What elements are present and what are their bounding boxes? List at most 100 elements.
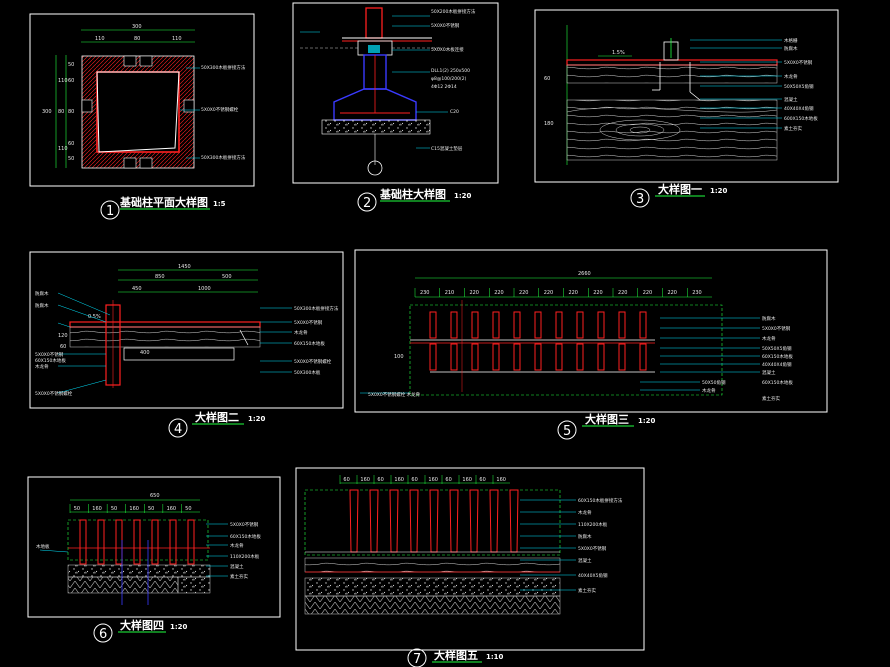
d4-label-left-2: 5X0X0不锈钢: [35, 351, 64, 358]
d4-caption: 4 大样图二 1:20: [168, 410, 266, 438]
d5-scale: 1:20: [638, 417, 656, 425]
d2-scale: 1:20: [454, 192, 472, 200]
d5-post-upper-7: [576, 311, 584, 339]
d5-top2-dim-5: 220: [544, 290, 554, 296]
d5-post-lower-6: [555, 343, 563, 371]
detail-6: 650 50 160 50 160 50 160 50 木地板 5X0X0不锈钢 60X15…: [27, 476, 281, 643]
d7-label-7: 素土夯实: [578, 587, 596, 594]
d6-caption: 6 大样图四 1:20: [93, 618, 188, 643]
d5-dim-left: 100: [394, 354, 404, 360]
d1-dim-top: 300: [132, 24, 142, 30]
d7-post-0: [349, 489, 359, 553]
d3-label-2: 5X0X0不锈钢: [784, 59, 813, 66]
d1-number: 1: [106, 204, 114, 219]
d2-label-0: 50X200木板拼接方法: [431, 8, 476, 15]
d4-label-left-3: 60X150木地板: [35, 357, 66, 364]
d6-post-6: [187, 519, 195, 565]
d4-dim-slope: 0.5%: [88, 314, 101, 320]
d6-top2-dim-0: 50: [74, 506, 80, 512]
d7-title: 大样图五: [434, 648, 478, 662]
d6-label-5: 素土夯实: [230, 573, 248, 580]
d5-post-upper-0: [429, 311, 437, 339]
d2-title: 基础柱大样图: [379, 187, 446, 201]
d7-label-5: 混凝土: [578, 557, 592, 564]
d7-label-1: 木龙骨: [578, 509, 592, 516]
d4-dim-top2-a: 850: [155, 274, 165, 280]
d6-label-0: 5X0X0不锈钢: [230, 521, 259, 528]
d7-top-dim-2: 60: [377, 477, 383, 483]
d6-label-1: 60X150木地板: [230, 533, 261, 540]
d7-scale: 1:10: [486, 653, 504, 661]
d6-label-2: 木龙骨: [230, 542, 244, 549]
d1-dim-left-b: 80: [58, 109, 64, 115]
d1-dim-in-e: 50: [68, 156, 74, 162]
d1-dim-left-a: 110: [58, 78, 68, 84]
d7-label-4: 5X0X0不锈钢: [578, 545, 607, 552]
d4-title: 大样图二: [195, 410, 239, 424]
d7-label-6: 40X40X5角钢: [578, 572, 608, 579]
d4-dim-top2-b: 500: [222, 274, 232, 280]
d7-top-dim-5: 160: [428, 477, 438, 483]
d2-label-5: 4Φ12 2Φ14: [431, 84, 457, 90]
d7-number: 7: [413, 652, 421, 667]
d7-top-dim-9: 160: [496, 477, 506, 483]
d5-post-upper-9: [618, 311, 626, 339]
d1-dim-in-d: 60: [68, 141, 74, 147]
d5-post-upper-5: [534, 311, 542, 339]
d2-label-7: C15混凝土垫层: [431, 145, 463, 152]
d6-scale: 1:20: [170, 623, 188, 631]
d6-top2-dim-5: 160: [167, 506, 177, 512]
d7-top-dim-7: 160: [462, 477, 472, 483]
d7-top-dim-6: 60: [445, 477, 451, 483]
d5-post-upper-2: [471, 311, 479, 339]
d4-label-right-4: 5X0X0不锈钢螺栓: [294, 358, 332, 365]
cad-drawing-canvas: 300 110 80 110 300 110 80 110 50 60 80 6…: [27, 2, 839, 667]
d4-scale: 1:20: [248, 415, 266, 423]
d7-post-2: [389, 489, 399, 553]
d7-top-dim-3: 160: [394, 477, 404, 483]
d4-dim-top3-a: 450: [132, 286, 142, 292]
detail-5-frame: [354, 249, 828, 413]
d5-top2-dim-7: 220: [593, 290, 603, 296]
d6-post-0: [79, 519, 87, 565]
d5-top2-dim-3: 220: [494, 290, 504, 296]
d5-label-1: 5X0X0不锈钢: [762, 325, 791, 332]
d3-caption: 3 大样图一 1:20: [630, 182, 728, 208]
d4-label-right-2: 木龙骨: [294, 329, 308, 336]
d6-title: 大样图四: [120, 618, 164, 632]
d7-caption: 7 大样图五 1:10: [407, 648, 504, 667]
d1-dim-in-c: 80: [68, 109, 74, 115]
d7-post-6: [469, 489, 479, 553]
d5-post-upper-1: [450, 311, 458, 339]
d5-label-3: 50X50X5角钢: [762, 345, 792, 352]
d5-caption: 5 大样图三 1:20: [557, 412, 656, 440]
d6-top2-dim-1: 160: [92, 506, 102, 512]
detail-5: 2660 230 210 220 220 220 220 220 220 220 220 220 23…: [354, 249, 828, 440]
d1-dim-left-c: 110: [58, 146, 68, 152]
d4-label-right-1: 5X0X0不锈钢: [294, 319, 323, 326]
d6-number: 6: [99, 627, 107, 642]
d3-label-7: 600X150木地板: [784, 115, 818, 122]
d4-dim-left-a: 120: [58, 333, 68, 339]
d5-post-upper-8: [597, 311, 605, 339]
d6-top2-dim-2: 50: [111, 506, 117, 512]
d7-post-8: [509, 489, 519, 553]
d3-dim-left-a: 60: [544, 76, 550, 82]
d5-top2-dim-9: 220: [643, 290, 653, 296]
d3-dim-slope: 1.5%: [612, 50, 625, 56]
d5-label-bottom: 5X0X0不锈钢螺栓 木龙骨: [368, 391, 421, 398]
d5-post-lower-2: [471, 343, 479, 371]
d5-top2-dim-2: 220: [469, 290, 479, 296]
d5-label-8: 木龙骨: [702, 387, 716, 394]
d7-post-7: [489, 489, 499, 553]
d1-label-1: 5X0X0不锈钢螺栓: [201, 106, 239, 113]
d3-label-1: 防腐木: [784, 45, 798, 52]
d5-number: 5: [563, 424, 571, 439]
d4-dim-top3-b: 1000: [198, 286, 211, 292]
d5-post-upper-4: [513, 311, 521, 339]
d4-dim-top: 1450: [178, 264, 191, 270]
d5-top2-dim-11: 230: [692, 290, 702, 296]
d1-label-2: 50X300木板拼接方法: [201, 154, 246, 161]
d5-label-2: 木龙骨: [762, 335, 776, 342]
d7-label-0: 60X150木板拼接方法: [578, 497, 623, 504]
